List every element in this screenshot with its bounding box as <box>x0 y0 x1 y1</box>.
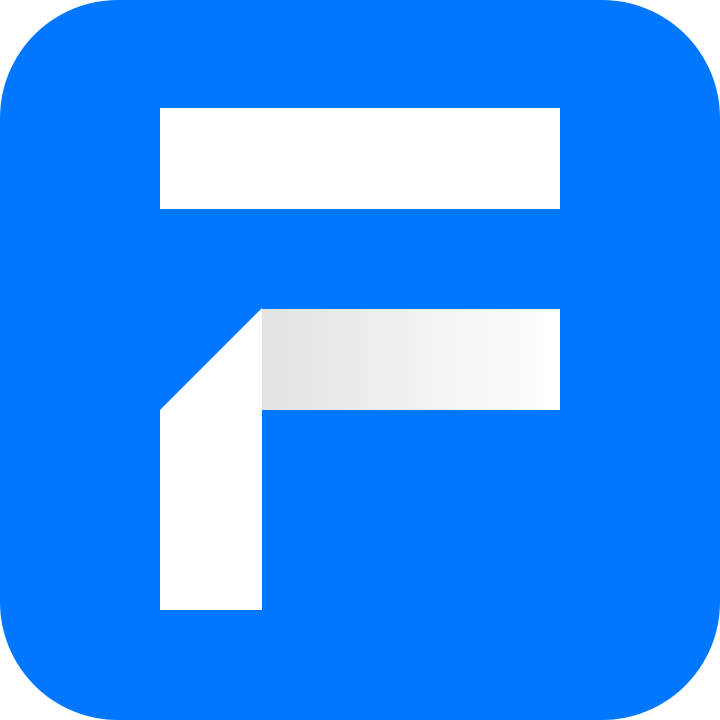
logo-f-middle-bar <box>262 309 560 410</box>
logo-f-top-bar <box>160 108 560 209</box>
app-icon <box>0 0 720 720</box>
app-logo-icon <box>0 0 720 720</box>
